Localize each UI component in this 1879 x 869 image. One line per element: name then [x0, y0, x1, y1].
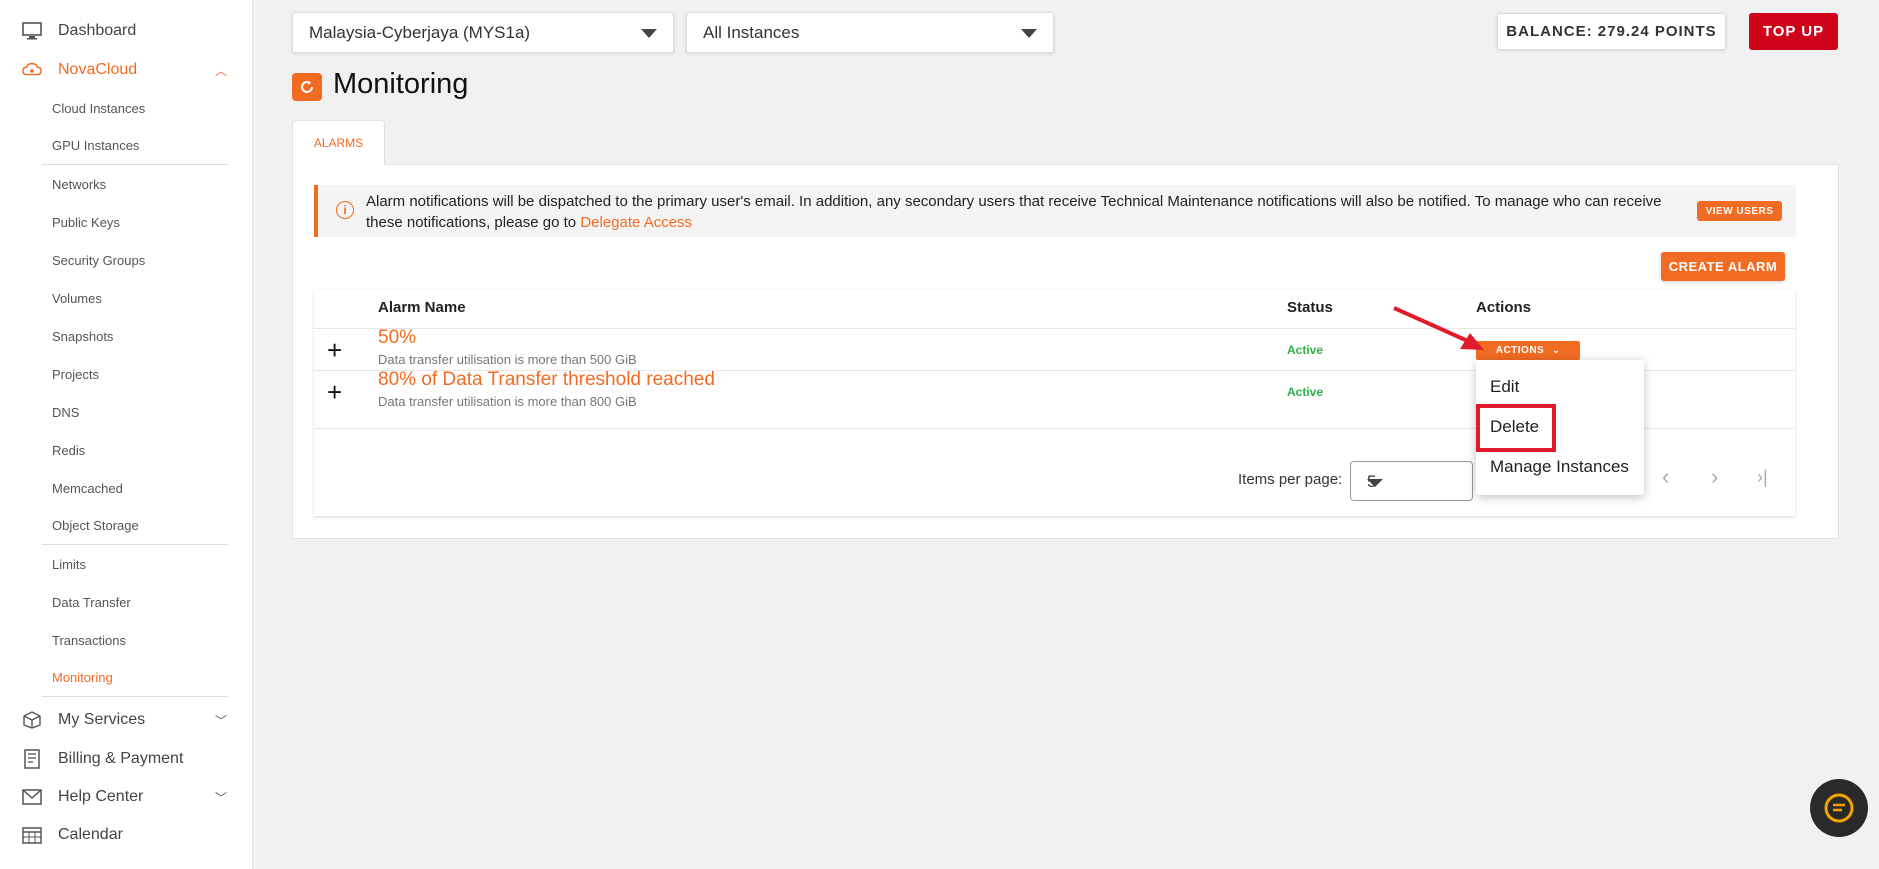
sidebar-item-dns[interactable]: DNS: [42, 393, 228, 431]
actions-dropdown-button[interactable]: ACTIONS ⌄: [1476, 341, 1580, 360]
nav-billing[interactable]: Billing & Payment: [0, 740, 253, 778]
items-per-page-label: Items per page:: [1238, 471, 1343, 488]
chevron-down-icon: ﹀: [214, 713, 227, 728]
chat-support-button[interactable]: [1810, 779, 1868, 837]
delegate-access-link[interactable]: Delegate Access: [580, 214, 692, 231]
sidebar-item-transactions[interactable]: Transactions: [42, 621, 228, 659]
nav-billing-label: Billing & Payment: [58, 750, 184, 767]
nav-help-center[interactable]: Help Center ﹀: [0, 778, 253, 816]
mail-icon: [22, 787, 42, 807]
alarm-name-link[interactable]: 50%: [378, 327, 416, 349]
instances-select-value: All Instances: [703, 22, 800, 42]
instances-select[interactable]: All Instances: [686, 12, 1054, 53]
nav-help-center-label: Help Center: [58, 788, 144, 805]
balance-display: BALANCE: 279.24 POINTS: [1497, 13, 1726, 50]
alarm-description: Data transfer utilisation is more than 8…: [378, 394, 637, 409]
box-icon: [22, 710, 42, 730]
sidebar-item-networks[interactable]: Networks: [42, 165, 228, 203]
column-header-status: Status: [1287, 299, 1333, 316]
sidebar-item-redis[interactable]: Redis: [42, 431, 228, 469]
column-header-alarm-name: Alarm Name: [378, 299, 466, 316]
sidebar-item-limits[interactable]: Limits: [42, 545, 228, 583]
divider: [314, 328, 1795, 329]
caret-down-icon: [641, 28, 657, 38]
prev-page-icon[interactable]: ‹: [1662, 464, 1669, 490]
chevron-up-icon: ︿: [214, 63, 227, 78]
sidebar-item-memcached[interactable]: Memcached: [42, 469, 228, 507]
actions-dropdown-menu: Edit Delete Manage Instances: [1476, 360, 1644, 495]
region-select[interactable]: Malaysia-Cyberjaya (MYS1a): [292, 12, 674, 53]
create-alarm-button[interactable]: CREATE ALARM: [1661, 252, 1785, 281]
chevron-down-icon: ﹀: [214, 790, 227, 805]
invoice-icon: [22, 749, 42, 769]
cloud-icon: [22, 60, 42, 80]
nav-dashboard[interactable]: Dashboard: [0, 12, 253, 50]
tab-alarms[interactable]: ALARMS: [292, 120, 385, 165]
sidebar-item-data-transfer[interactable]: Data Transfer: [42, 583, 228, 621]
annotation-arrow-icon: [1393, 306, 1484, 350]
alarm-description: Data transfer utilisation is more than 5…: [378, 352, 637, 367]
caret-down-icon: [1021, 28, 1037, 38]
actions-button-label: ACTIONS: [1495, 345, 1545, 356]
nav-calendar-label: Calendar: [58, 826, 123, 843]
last-page-icon[interactable]: ›|: [1757, 467, 1768, 488]
sidebar-item-security-groups[interactable]: Security Groups: [42, 241, 228, 279]
info-icon: i: [336, 201, 354, 219]
top-up-button[interactable]: TOP UP: [1749, 13, 1838, 50]
sidebar-item-gpu-instances[interactable]: GPU Instances: [42, 127, 228, 165]
nav-dashboard-label: Dashboard: [58, 22, 137, 39]
menu-item-edit[interactable]: Edit: [1490, 377, 1519, 397]
sidebar-item-projects[interactable]: Projects: [42, 355, 228, 393]
alert-message: Alarm notifications will be dispatched t…: [366, 193, 1662, 231]
nav-my-services[interactable]: My Services ﹀: [0, 701, 253, 739]
sidebar-item-cloud-instances[interactable]: Cloud Instances: [42, 89, 228, 127]
sidebar-item-monitoring[interactable]: Monitoring: [42, 659, 228, 697]
status-badge: Active: [1287, 385, 1324, 399]
items-per-page-select[interactable]: 5: [1350, 461, 1473, 501]
caret-down-icon: [1367, 479, 1383, 487]
sidebar-item-volumes[interactable]: Volumes: [42, 279, 228, 317]
expand-row-button[interactable]: +: [327, 337, 342, 363]
nav-novacloud[interactable]: NovaCloud ︿: [0, 51, 253, 89]
refresh-icon[interactable]: [292, 73, 322, 101]
nav-my-services-label: My Services: [58, 711, 146, 728]
next-page-icon[interactable]: ›: [1711, 464, 1718, 490]
menu-item-manage-instances[interactable]: Manage Instances: [1490, 457, 1629, 477]
sidebar-item-snapshots[interactable]: Snapshots: [42, 317, 228, 355]
nav-calendar[interactable]: Calendar: [0, 816, 253, 854]
info-alert-text: Alarm notifications will be dispatched t…: [366, 191, 1676, 233]
calendar-icon: [22, 825, 42, 845]
monitor-icon: [22, 21, 42, 41]
nav-novacloud-label: NovaCloud: [58, 61, 138, 78]
chevron-down-icon: ⌄: [1552, 345, 1561, 355]
novacloud-subnav: Cloud Instances GPU Instances Networks P…: [42, 89, 228, 697]
status-badge: Active: [1287, 343, 1324, 357]
menu-item-delete[interactable]: Delete: [1490, 417, 1539, 437]
sidebar: Dashboard NovaCloud ︿ Cloud Instances GP…: [0, 0, 253, 869]
sidebar-item-public-keys[interactable]: Public Keys: [42, 203, 228, 241]
info-alert: i Alarm notifications will be dispatched…: [314, 185, 1796, 237]
alarm-name-link[interactable]: 80% of Data Transfer threshold reached: [378, 369, 715, 391]
view-users-button[interactable]: VIEW USERS: [1697, 201, 1782, 221]
sidebar-item-object-storage[interactable]: Object Storage: [42, 507, 228, 545]
chat-icon: [1824, 793, 1854, 823]
region-select-value: Malaysia-Cyberjaya (MYS1a): [309, 22, 531, 42]
expand-row-button[interactable]: +: [327, 379, 342, 405]
page-title: Monitoring: [333, 68, 469, 100]
